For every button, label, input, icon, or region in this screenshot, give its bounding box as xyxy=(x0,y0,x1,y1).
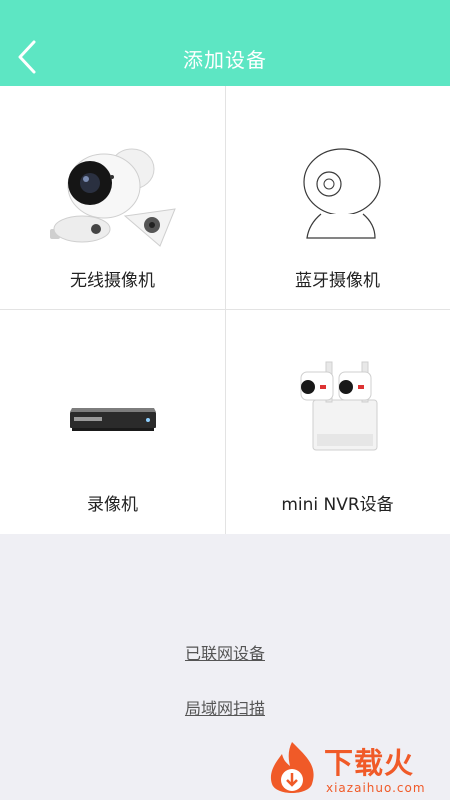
flame-logo-icon xyxy=(270,742,314,793)
app-header: 添加设备 xyxy=(0,0,450,86)
wireless-camera-icon xyxy=(50,148,176,247)
mini-nvr-kit-icon xyxy=(300,361,378,451)
device-tile-mini-nvr[interactable]: mini NVR设备 xyxy=(225,310,450,534)
watermark-url: xiazaihuo.com xyxy=(326,781,426,795)
connected-devices-row: 已联网设备 xyxy=(0,640,450,664)
device-label: 录像机 xyxy=(87,495,138,515)
device-tile-bluetooth-camera[interactable]: 蓝牙摄像机 xyxy=(225,86,450,310)
device-label: mini NVR设备 xyxy=(281,495,394,515)
watermark-title: 下载火 xyxy=(324,746,415,780)
nvr-recorder-icon xyxy=(70,408,156,431)
device-label: 蓝牙摄像机 xyxy=(295,271,380,291)
watermark: 下载火 xiazaihuo.com xyxy=(262,740,450,800)
device-type-grid: 无线摄像机 蓝牙摄像机 录像机 mini NVR设备 xyxy=(0,86,450,534)
connected-devices-link[interactable]: 已联网设备 xyxy=(185,644,265,663)
lan-scan-row: 局域网扫描 xyxy=(0,695,450,719)
bluetooth-camera-icon xyxy=(303,148,381,239)
device-tile-recorder[interactable]: 录像机 xyxy=(0,310,225,534)
device-tile-wireless-camera[interactable]: 无线摄像机 xyxy=(0,86,225,310)
device-label: 无线摄像机 xyxy=(70,271,155,291)
page-title: 添加设备 xyxy=(183,48,267,72)
lan-scan-link[interactable]: 局域网扫描 xyxy=(185,699,265,718)
